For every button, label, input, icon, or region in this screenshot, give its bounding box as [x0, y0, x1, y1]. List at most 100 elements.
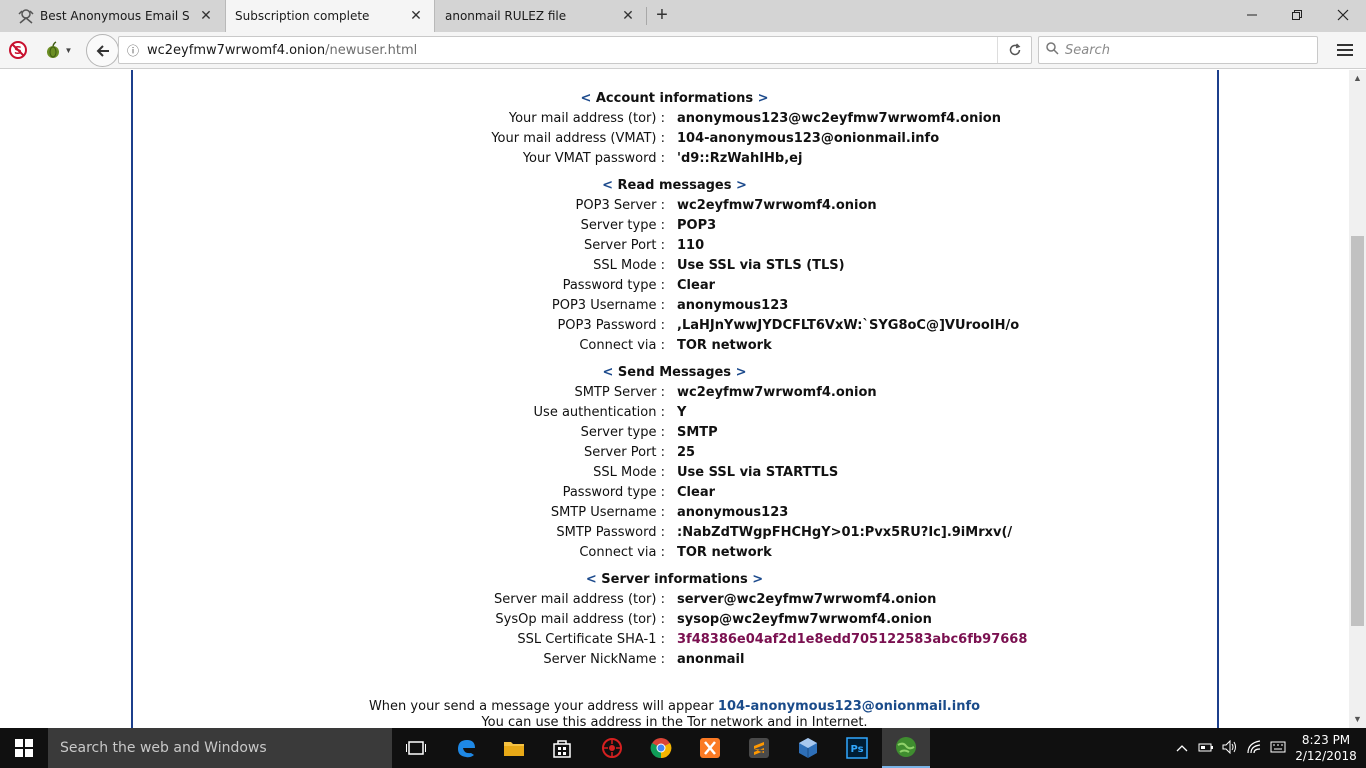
row-value: 104-anonymous123@onionmail.info [677, 131, 940, 146]
row-value: wc2eyfmw7wrwomf4.onion [677, 198, 877, 213]
close-tab-icon[interactable]: ✕ [620, 8, 636, 24]
battery-icon[interactable] [1194, 741, 1218, 756]
tab-anonmail-rulez[interactable]: anonmail RULEZ file ✕ [436, 0, 646, 32]
chevron-up-icon[interactable] [1170, 741, 1194, 755]
language-input-icon[interactable] [1266, 740, 1290, 757]
section-heading-server: < Server informations > [585, 572, 764, 587]
section-heading-text: Account informations [595, 91, 754, 106]
wifi-icon[interactable] [1242, 739, 1266, 757]
tab-separator [646, 7, 647, 25]
row-value: sysop@wc2eyfmw7wrwomf4.onion [677, 612, 932, 627]
section-heading-text: Read messages [617, 178, 732, 193]
search-input[interactable] [1065, 42, 1305, 58]
xampp-icon[interactable] [686, 728, 734, 768]
row-label: Your mail address (VMAT) [491, 131, 665, 146]
task-view-icon[interactable] [392, 728, 440, 768]
scrollbar-thumb[interactable] [1351, 236, 1364, 626]
taskbar-search-placeholder: Search the web and Windows [60, 740, 267, 756]
restore-button[interactable] [1274, 0, 1320, 30]
row-value: Use SSL via STLS (TLS) [677, 258, 845, 273]
section-heading-text: Send Messages [617, 365, 732, 380]
section-heading-text: Server informations [601, 572, 748, 587]
info-row: Password type Clear [0, 278, 1349, 298]
url-bar[interactable]: ⓘ wc2eyfmw7wrwomf4.onion/newuser.html [118, 36, 1032, 64]
search-icon [1039, 42, 1065, 58]
info-row: Server NickName anonmail [0, 652, 1349, 672]
red-spider-app-icon[interactable] [588, 728, 636, 768]
scroll-up-arrow-icon[interactable]: ▲ [1349, 70, 1366, 87]
windows-logo-icon [15, 739, 33, 757]
row-value: TOR network [677, 545, 772, 560]
row-value: anonymous123 [677, 298, 789, 313]
close-window-button[interactable] [1320, 0, 1366, 30]
row-value: SMTP [677, 425, 718, 440]
row-value: wc2eyfmw7wrwomf4.onion [677, 385, 877, 400]
row-label: SSL Mode [593, 258, 665, 273]
tor-onion-icon[interactable]: ▼ [40, 38, 76, 62]
info-row: Connect via TOR network [0, 338, 1349, 358]
info-row: SSL Mode Use SSL via STARTTLS [0, 465, 1349, 485]
menu-hamburger-icon[interactable] [1330, 36, 1360, 64]
start-button[interactable] [0, 728, 48, 768]
close-tab-icon[interactable]: ✕ [198, 8, 214, 24]
row-label: SMTP Username [551, 505, 665, 520]
url-host: wc2eyfmw7wrwomf4.onion [147, 42, 326, 58]
info-row: Server type SMTP [0, 425, 1349, 445]
row-label: SSL Mode [593, 465, 665, 480]
store-icon[interactable] [538, 728, 586, 768]
tab-subscription-complete[interactable]: Subscription complete ✕ [225, 0, 435, 32]
sublime-text-icon[interactable] [735, 728, 783, 768]
taskbar-search-box[interactable]: Search the web and Windows [48, 728, 392, 768]
info-row: Connect via TOR network [0, 545, 1349, 565]
row-value: Clear [677, 485, 715, 500]
info-row: POP3 Username anonymous123 [0, 298, 1349, 318]
info-row: Use authentication Y [0, 405, 1349, 425]
close-tab-icon[interactable]: ✕ [408, 8, 424, 24]
row-value: 25 [677, 445, 696, 460]
info-row: SysOp mail address (tor) sysop@wc2eyfmw7w… [0, 612, 1349, 632]
section-heading-send: < Send Messages > [602, 365, 747, 380]
tab-best-anonymous-email[interactable]: Best Anonymous Email Se... ✕ [18, 0, 224, 32]
row-value: POP3 [677, 218, 717, 233]
minimize-button[interactable] [1229, 0, 1275, 30]
scroll-down-arrow-icon[interactable]: ▼ [1349, 711, 1366, 728]
row-label: POP3 Username [552, 298, 665, 313]
volume-icon[interactable] [1218, 739, 1242, 757]
row-value: anonmail [677, 652, 745, 667]
footer-text: When your send a message your address wi… [368, 699, 714, 714]
row-label: Server mail address (tor) [494, 592, 665, 607]
row-value: Clear [677, 278, 715, 293]
tab-title: Subscription complete [235, 9, 370, 23]
row-label: Connect via [579, 338, 665, 353]
section-heading-read: < Read messages > [602, 178, 747, 193]
system-tray [1170, 728, 1290, 768]
tab-strip: Best Anonymous Email Se... ✕ Subscriptio… [0, 0, 1366, 32]
search-bar[interactable] [1038, 36, 1318, 64]
row-label: Password type [563, 278, 665, 293]
edge-browser-icon[interactable] [442, 728, 490, 768]
vertical-scrollbar[interactable]: ▲ ▼ [1349, 70, 1366, 728]
row-value: :NabZdTWgpFHCHgY>01:Pvx5RU?Ic].9iMrxv(/ [677, 525, 1013, 540]
footer-address: 104-anonymous123@onionmail.info [717, 699, 981, 714]
row-label: Server type [581, 218, 665, 233]
info-row: SMTP Server wc2eyfmw7wrwomf4.onion [0, 385, 1349, 405]
file-explorer-icon[interactable] [490, 728, 538, 768]
noscript-icon[interactable]: S [6, 38, 30, 62]
taskbar-clock[interactable]: 8:23 PM 2/12/2018 [1294, 732, 1358, 764]
section-heading-account: < Account informations > [580, 91, 769, 106]
reload-icon[interactable] [997, 37, 1031, 63]
back-button[interactable] [86, 34, 119, 67]
virtualbox-icon[interactable] [784, 728, 832, 768]
info-row: SMTP Password:NabZdTWgpFHCHgY>01:Pvx5RU?… [0, 525, 1349, 545]
row-label: Your VMAT password [523, 151, 665, 166]
new-tab-button[interactable]: + [650, 4, 674, 28]
page-viewport: < Account informations > Your mail addre… [0, 70, 1349, 728]
site-info-icon[interactable]: ⓘ [119, 42, 147, 59]
tor-browser-taskbar-icon[interactable] [882, 728, 930, 768]
info-row: Your VMAT password 'd9::RzWahIHb,ej [0, 151, 1349, 171]
row-label: Server NickName [543, 652, 665, 667]
url-path: /newuser.html [325, 42, 418, 58]
chrome-icon[interactable] [637, 728, 685, 768]
photoshop-icon[interactable]: Ps [833, 728, 881, 768]
row-value: 110 [677, 238, 705, 253]
